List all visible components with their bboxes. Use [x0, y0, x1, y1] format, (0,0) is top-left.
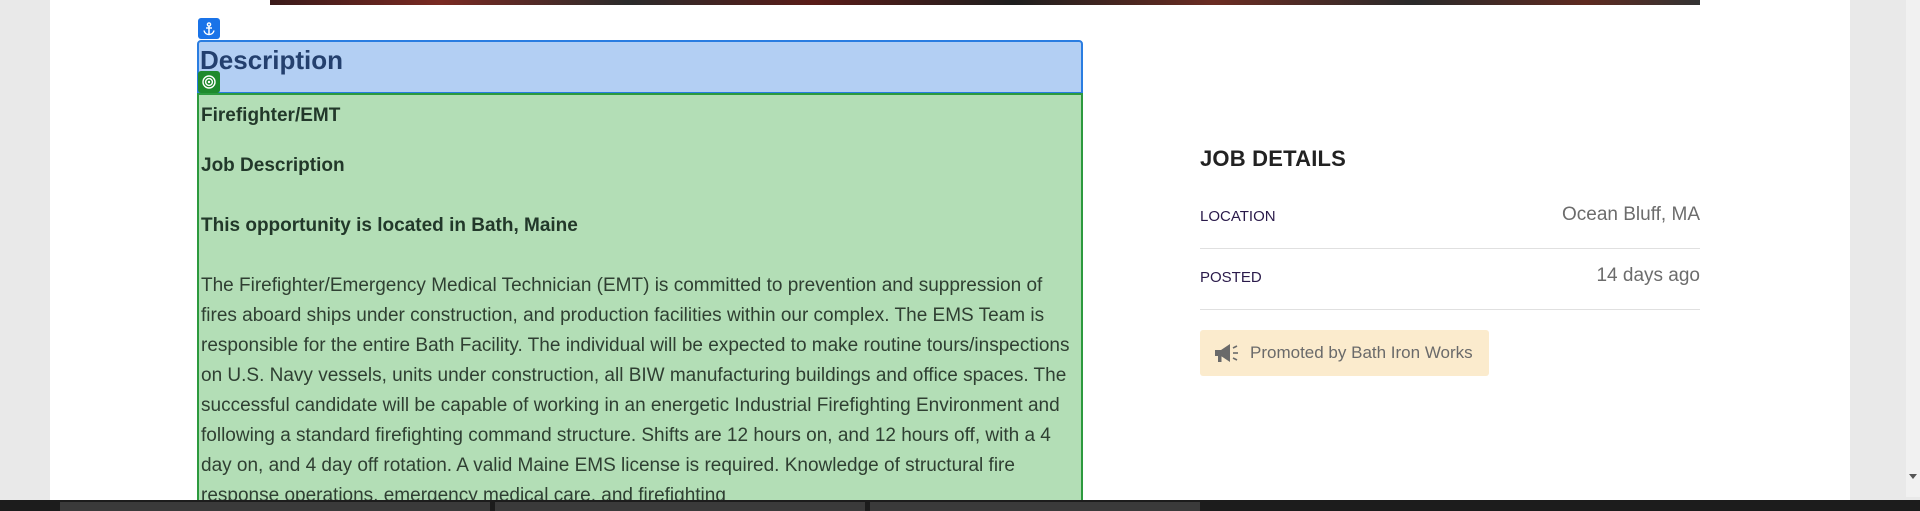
- job-detail-row-posted: POSTED 14 days ago: [1200, 249, 1700, 310]
- posted-value: 14 days ago: [1596, 265, 1700, 286]
- description-heading: Description: [200, 45, 344, 75]
- taskbar-item[interactable]: [60, 502, 490, 511]
- taskbar-item[interactable]: [870, 502, 1200, 511]
- vertical-scrollbar[interactable]: [1906, 0, 1920, 497]
- location-statement: This opportunity is located in Bath, Mai…: [201, 215, 578, 236]
- taskbar: [0, 500, 1920, 511]
- anchor-icon[interactable]: [198, 18, 220, 39]
- job-description-heading: Job Description: [201, 155, 345, 176]
- job-detail-row-location: LOCATION Ocean Bluff, MA: [1200, 188, 1700, 249]
- description-body-highlight: Firefighter/EMT Job Description This opp…: [197, 93, 1083, 511]
- scroll-down-arrow-icon[interactable]: [1909, 474, 1917, 479]
- job-title: Firefighter/EMT: [201, 105, 341, 126]
- megaphone-icon: [1215, 344, 1238, 362]
- description-paragraph: The Firefighter/Emergency Medical Techni…: [201, 275, 1070, 506]
- promoted-by-badge[interactable]: Promoted by Bath Iron Works: [1200, 330, 1489, 376]
- promoted-by-text: Promoted by Bath Iron Works: [1250, 343, 1473, 362]
- hero-image-strip: [270, 0, 1700, 5]
- taskbar-item[interactable]: [495, 502, 865, 511]
- location-value: Ocean Bluff, MA: [1562, 204, 1700, 225]
- target-icon[interactable]: [198, 71, 220, 93]
- job-details-title: JOB DETAILS: [1200, 146, 1347, 171]
- location-label: LOCATION: [1200, 208, 1276, 225]
- posted-label: POSTED: [1200, 269, 1262, 286]
